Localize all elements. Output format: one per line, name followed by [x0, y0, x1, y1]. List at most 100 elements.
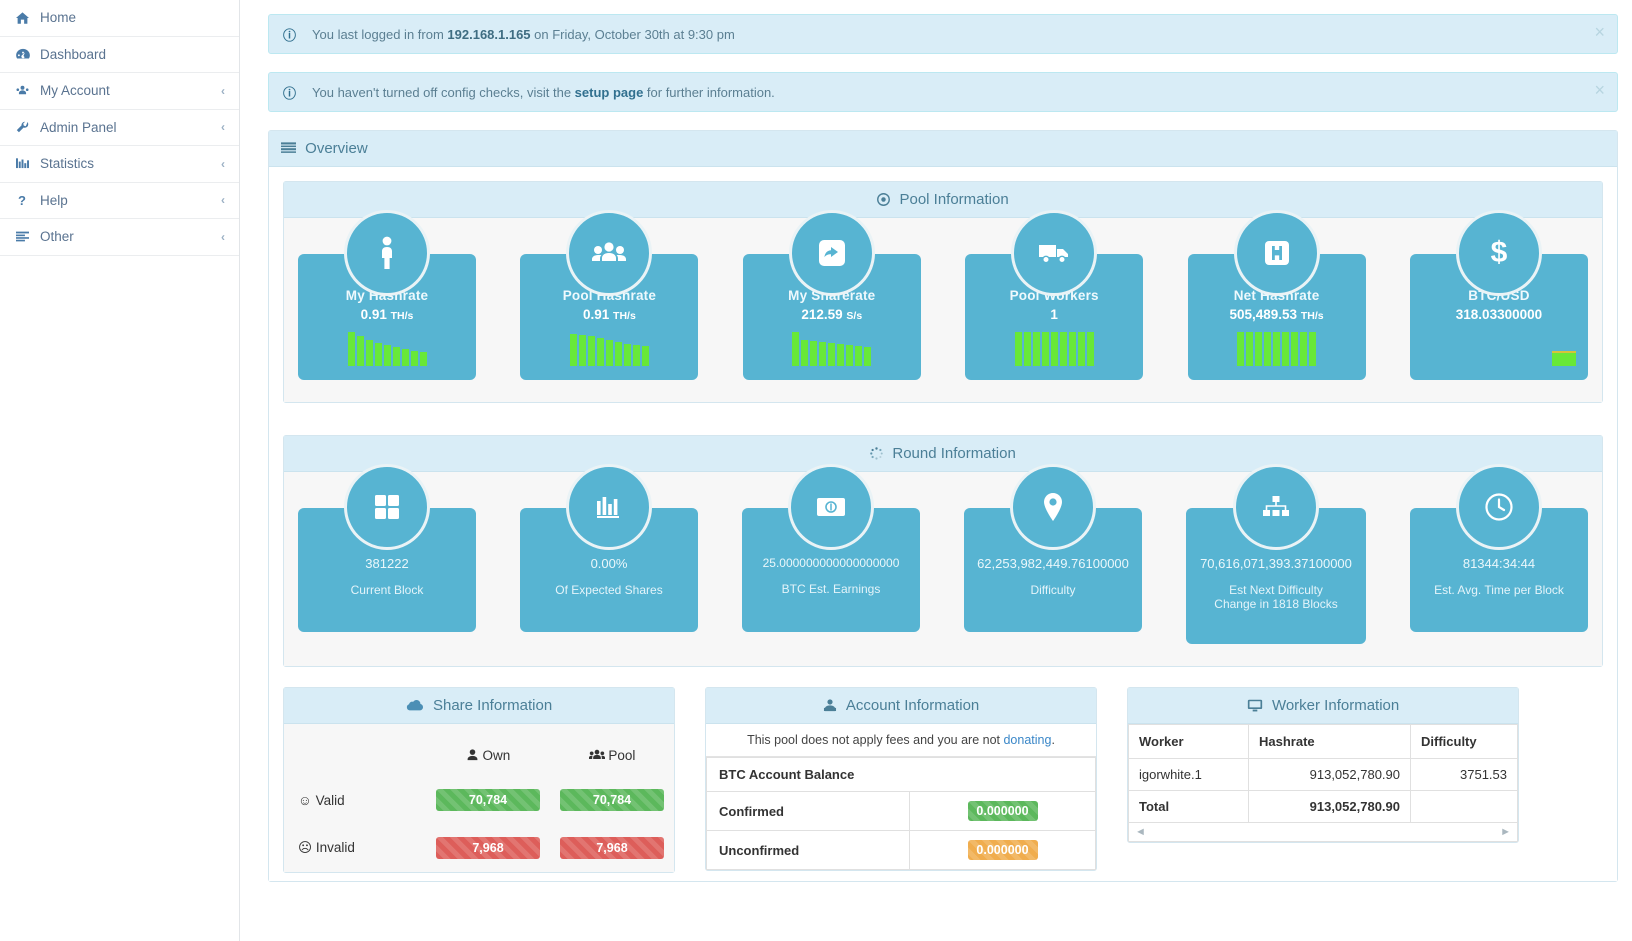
tile-current-block[interactable]: 381222 Current Block	[298, 464, 476, 632]
chevron-left-icon: ‹	[221, 156, 225, 171]
people-icon	[566, 210, 653, 296]
tile-unit: TH/s	[390, 310, 414, 322]
share-col-label: Own	[482, 748, 511, 763]
worker-col-hashrate: Hashrate	[1248, 724, 1411, 759]
cloud-icon	[406, 697, 428, 714]
tile-est-next-difficulty[interactable]: 70,616,071,393.37100000 Est Next Difficu…	[1186, 464, 1366, 644]
tile-btc-est-earnings[interactable]: 25.000000000000000000 BTC Est. Earnings	[742, 464, 920, 632]
tile-label: Current Block	[350, 583, 424, 597]
worker-difficulty: 3751.53	[1410, 758, 1518, 791]
share-table: Own Pool ☺ Valid 70,784 70,784 ☹ Invalid…	[284, 730, 674, 872]
page-root: Home Dashboard My Account ‹ Admin Panel …	[0, 0, 1632, 941]
tile-net-hashrate[interactable]: Net Hashrate 505,489.53 TH/s	[1187, 210, 1366, 380]
user-group-icon	[16, 85, 34, 97]
status-badge: 0.000000	[967, 801, 1038, 821]
worker-name: igorwhite.1	[1128, 758, 1249, 791]
smiley-sad-icon: ☹	[298, 840, 313, 855]
alert-last-login: ⓘ You last logged in from 192.168.1.165 …	[268, 14, 1618, 54]
account-information-panel: Account Information This pool does not a…	[705, 687, 1097, 871]
worker-information-header: Worker Information	[1128, 688, 1518, 724]
setup-page-link[interactable]: setup page	[575, 85, 644, 100]
tile-est-avg-time-per-block[interactable]: 81344:34:44 Est. Avg. Time per Block	[1410, 464, 1588, 632]
bar-chart-icon	[566, 464, 652, 550]
share-col-pool: Pool	[550, 730, 674, 776]
hospital-h-icon	[1233, 210, 1320, 296]
tile-btc-usd[interactable]: $ BTC/USD 318.03300000	[1409, 210, 1588, 380]
sidebar-item-home[interactable]: Home	[0, 0, 239, 37]
table-header-row: Worker Hashrate Difficulty	[1128, 724, 1518, 759]
scroll-left-icon[interactable]: ◄	[1135, 826, 1146, 838]
tile-expected-shares[interactable]: 0.00% Of Expected Shares	[520, 464, 698, 632]
sidebar-item-label: Other	[40, 229, 74, 245]
person-icon	[344, 210, 430, 296]
question-icon: ?	[18, 192, 26, 208]
close-icon[interactable]: ×	[1594, 23, 1605, 41]
alert-config-check: ⓘ You haven't turned off config checks, …	[268, 72, 1618, 112]
list-lines-icon	[281, 140, 300, 157]
share-information-body: Own Pool ☺ Valid 70,784 70,784 ☹ Invalid…	[284, 724, 674, 872]
target-icon	[877, 191, 894, 208]
unconfirmed-label: Unconfirmed	[706, 830, 910, 870]
share-invalid-own: 7,968	[426, 824, 550, 872]
sidebar-item-dashboard[interactable]: Dashboard	[0, 36, 239, 73]
sidebar-item-my-account[interactable]: My Account ‹	[0, 73, 239, 110]
sparkline-my-hashrate	[304, 330, 470, 366]
table-row: Confirmed 0.000000	[706, 791, 1096, 831]
scroll-right-icon[interactable]: ►	[1500, 826, 1511, 838]
tile-label: BTC Est. Earnings	[781, 582, 881, 596]
share-information-panel: Share Information Own Pool ☺ Valid 70,78…	[283, 687, 675, 873]
tile-label: Est Next Difficulty Change in 1818 Block…	[1214, 583, 1338, 611]
panel-title: Round Information	[892, 445, 1016, 462]
donating-link[interactable]: donating	[1003, 733, 1051, 747]
bar-chart-icon	[16, 158, 34, 170]
sparkline-pool-workers	[971, 330, 1137, 366]
dollar-icon: $	[1455, 210, 1542, 296]
panel-title: Worker Information	[1271, 697, 1400, 714]
grid-squares-icon	[344, 464, 430, 550]
confirmed-label: Confirmed	[706, 791, 910, 831]
tile-value: 318.03300000	[1455, 307, 1543, 322]
sidebar-item-label: My Account	[40, 83, 110, 99]
bottom-panels-row: Share Information Own Pool ☺ Valid 70,78…	[283, 687, 1603, 873]
user-tie-icon	[823, 697, 841, 714]
sidebar-item-help[interactable]: ? Help ‹	[0, 182, 239, 219]
status-badge: 7,968	[560, 837, 664, 859]
tile-value: 505,489.53 TH/s	[1229, 307, 1324, 322]
table-row: igorwhite.1 913,052,780.90 3751.53	[1128, 758, 1518, 791]
tile-value: 381222	[365, 556, 409, 571]
overview-panel: Overview Pool Information 0.91 TH/s Pool…	[268, 130, 1618, 882]
tile-difficulty[interactable]: 62,253,982,449.76100000 Difficulty	[964, 464, 1142, 632]
table-header-row: Own Pool	[284, 730, 674, 776]
close-icon[interactable]: ×	[1594, 81, 1605, 99]
tile-my-hashrate[interactable]: My Hashrate 0.91 TH/s	[298, 210, 476, 380]
round-tiles-row: 381222 Current Block 0.00% Of Expected S…	[284, 464, 1602, 666]
table-row: ☺ Valid 70,784 70,784	[284, 776, 674, 824]
sidebar-item-admin-panel[interactable]: Admin Panel ‹	[0, 109, 239, 146]
tile-value: 62,253,982,449.76100000	[977, 556, 1129, 571]
main-content: ⓘ You last logged in from 192.168.1.165 …	[240, 0, 1632, 941]
sidebar-item-statistics[interactable]: Statistics ‹	[0, 146, 239, 183]
tile-label: Est. Avg. Time per Block	[1434, 583, 1564, 597]
tile-value: 0.91 TH/s	[582, 307, 636, 322]
chevron-left-icon: ‹	[221, 193, 225, 208]
alert-text: You haven't turned off config checks, vi…	[312, 84, 775, 100]
worker-information-panel: Worker Information Worker Hashrate Diffi…	[1127, 687, 1519, 843]
user-icon	[466, 748, 483, 763]
tile-my-sharerate[interactable]: My Sharerate 212.59 S/s	[742, 210, 921, 380]
worker-table-scrollbar[interactable]: ◄ ►	[1128, 823, 1518, 842]
share-valid-own: 70,784	[426, 776, 550, 824]
sparkline-my-sharerate	[749, 330, 915, 366]
page-title: Overview	[305, 140, 368, 157]
tile-unit: S/s	[846, 310, 863, 322]
tile-value: 70,616,071,393.37100000	[1200, 556, 1352, 571]
tile-pool-workers[interactable]: Pool Workers 1	[965, 210, 1144, 380]
sidebar-item-other[interactable]: Other ‹	[0, 219, 239, 256]
chevron-left-icon: ‹	[221, 120, 225, 135]
table-header-row: BTC Account Balance	[706, 757, 1096, 792]
table-row: Unconfirmed 0.000000	[706, 830, 1096, 870]
tile-value: 212.59 S/s	[801, 307, 863, 322]
round-information-panel: Round Information 381222 Current Block 0…	[283, 435, 1603, 667]
sidebar-item-label: Statistics	[40, 156, 95, 172]
tile-pool-hashrate[interactable]: Pool Hashrate 0.91 TH/s	[520, 210, 699, 380]
info-icon: ⓘ	[283, 85, 297, 101]
